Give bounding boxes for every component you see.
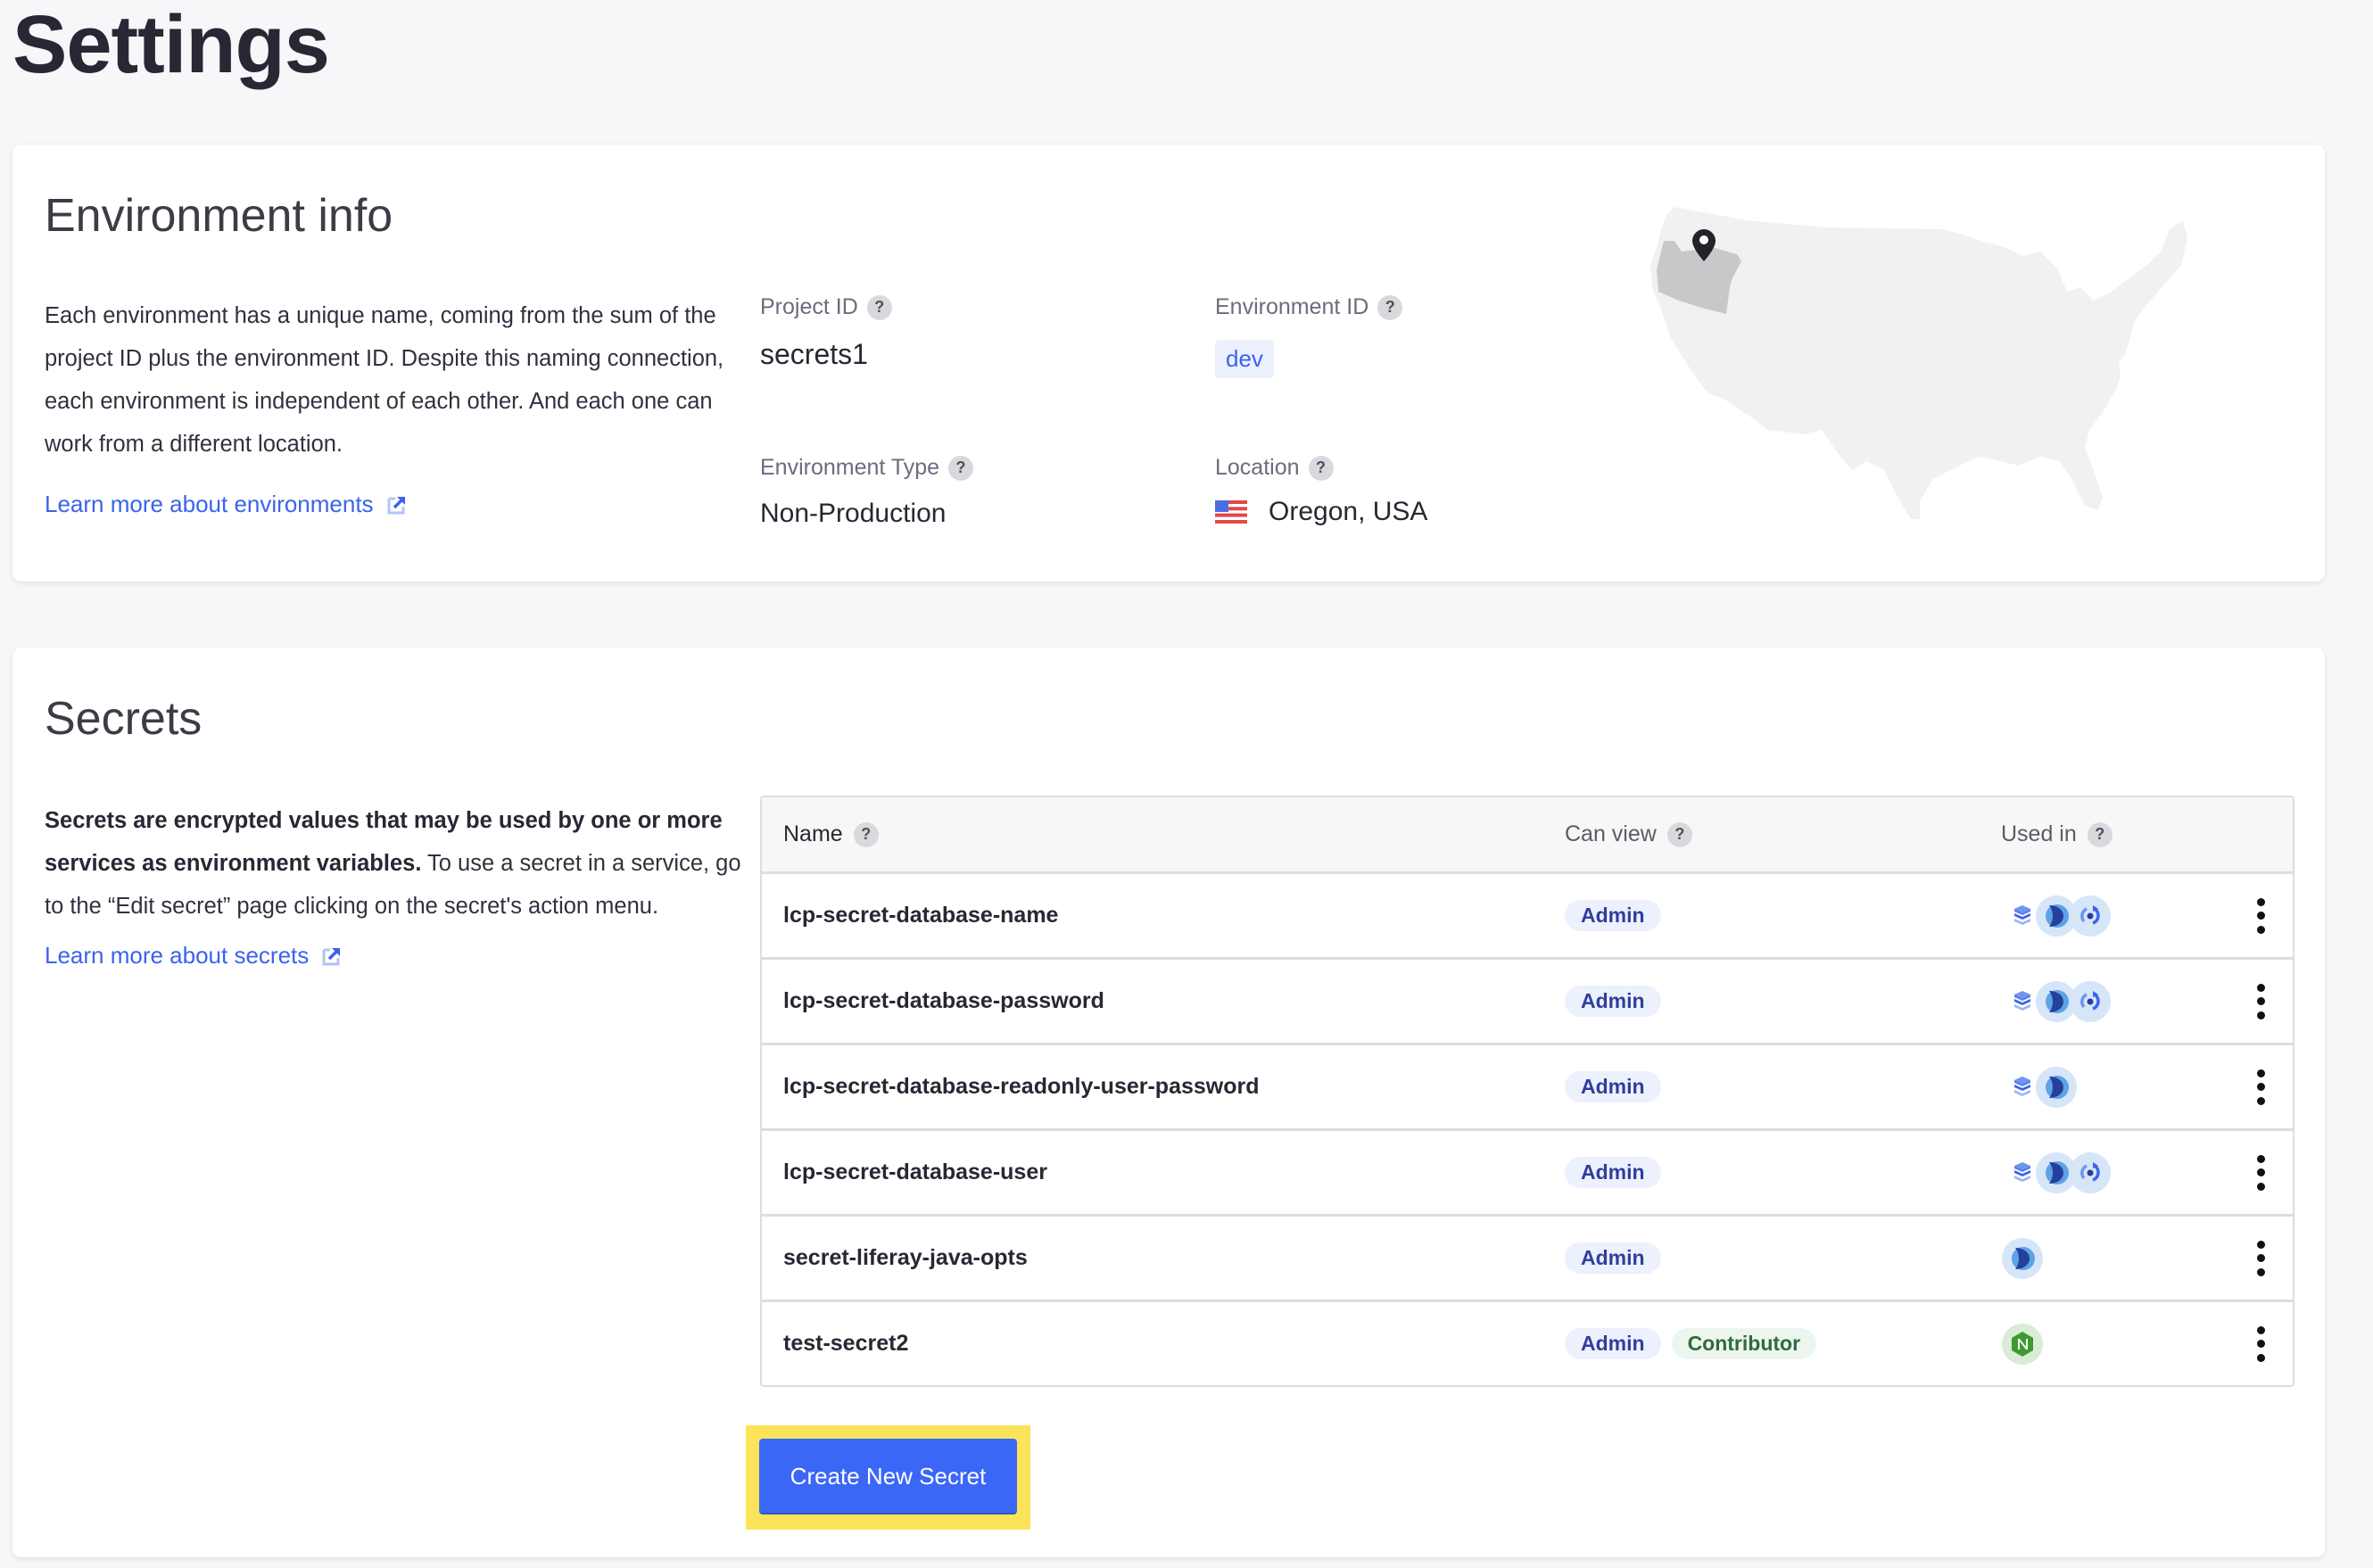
kebab-menu-icon[interactable] [2247,896,2274,936]
used-in-services [2002,1045,2077,1128]
external-link-icon [387,496,405,514]
secret-name[interactable]: lcp-secret-database-user [783,1131,1047,1214]
used-in-services [2002,1217,2043,1300]
environment-id-badge: dev [1215,340,1274,378]
secrets-title: Secrets [45,693,203,745]
secret-name[interactable]: lcp-secret-database-readonly-user-passwo… [783,1045,1260,1128]
environment-info-description: Each environment has a unique name, comi… [45,303,724,457]
can-view-roles: Admin [1565,1045,1661,1128]
table-row[interactable]: lcp-secret-database-password Admin [762,960,2293,1045]
table-header: Name ? Can view ? Used in ? [762,797,2293,874]
kebab-menu-icon[interactable] [2247,982,2274,1021]
table-row[interactable]: test-secret2 Admin Contributor [762,1302,2293,1385]
learn-more-secrets-label: Learn more about secrets [45,942,310,969]
column-header-used-in[interactable]: Used in ? [2001,821,2113,847]
secret-name[interactable]: test-secret2 [783,1302,908,1385]
role-badge-admin: Admin [1565,1071,1661,1102]
liferay-service-icon[interactable] [2036,895,2077,937]
location-field: Location ? Oregon, USA [1215,455,1427,527]
us-flag-icon [1215,500,1247,524]
external-link-icon [322,947,341,965]
environment-type-label: Environment Type [760,455,940,480]
role-badge-contributor: Contributor [1671,1328,1817,1359]
learn-more-secrets-link[interactable]: Learn more about secrets [45,942,343,970]
page-title: Settings [12,0,330,90]
help-icon[interactable]: ? [1377,294,1403,320]
table-row[interactable]: lcp-secret-database-user Admin [762,1131,2293,1217]
kebab-menu-icon[interactable] [2247,1239,2274,1278]
help-icon[interactable]: ? [1666,821,1692,847]
environment-id-field: Environment ID ? dev [1215,294,1403,378]
help-icon[interactable]: ? [1308,455,1334,481]
liferay-service-icon[interactable] [2036,980,2077,1022]
table-row[interactable]: lcp-secret-database-readonly-user-passwo… [762,1045,2293,1131]
role-badge-admin: Admin [1565,1242,1661,1274]
secrets-table: Name ? Can view ? Used in ? lcp-secret-d… [760,796,2294,1387]
usa-map [1650,207,2187,519]
can-view-roles: Admin [1565,874,1661,957]
column-header-can-view[interactable]: Can view ? [1565,821,1692,847]
location-value: Oregon, USA [1269,497,1428,526]
secret-name[interactable]: lcp-secret-database-name [783,874,1058,957]
location-label: Location [1215,455,1300,480]
learn-more-environments-link[interactable]: Learn more about environments [45,491,408,518]
environment-info-card: Environment info Each environment has a … [12,144,2325,582]
liferay-service-icon[interactable] [2036,1151,2077,1193]
liferay-service-icon[interactable] [2002,1237,2043,1279]
used-in-services [2002,960,2111,1043]
kebab-menu-icon[interactable] [2247,1068,2274,1107]
used-in-services [2002,1302,2043,1385]
can-view-roles: Admin [1565,1131,1661,1214]
role-badge-admin: Admin [1565,1157,1661,1188]
learn-more-environments-label: Learn more about environments [45,491,374,517]
used-in-services [2002,874,2111,957]
table-body: lcp-secret-database-name Admin lcp-secre… [762,874,2293,1385]
project-id-label: Project ID [760,294,858,319]
can-view-roles: Admin [1565,960,1661,1043]
column-header-used-in-label: Used in [2001,821,2077,846]
environment-id-label: Environment ID [1215,294,1369,319]
used-in-services [2002,1131,2111,1214]
column-header-name[interactable]: Name ? [783,821,879,847]
liferay-service-icon[interactable] [2036,1066,2077,1108]
project-id-value: secrets1 [760,338,868,370]
secret-name[interactable]: secret-liferay-java-opts [783,1217,1028,1300]
help-icon[interactable]: ? [866,294,892,320]
secrets-description: Secrets are encrypted values that may be… [45,799,749,928]
kebab-menu-icon[interactable] [2247,1325,2274,1364]
secret-name[interactable]: lcp-secret-database-password [783,960,1104,1043]
role-badge-admin: Admin [1565,900,1661,931]
role-badge-admin: Admin [1565,986,1661,1017]
column-header-name-label: Name [783,821,843,846]
can-view-roles: Admin Contributor [1565,1302,1817,1385]
column-header-can-view-label: Can view [1565,821,1657,846]
environment-info-title: Environment info [45,190,393,242]
table-row[interactable]: secret-liferay-java-opts Admin [762,1217,2293,1302]
help-icon[interactable]: ? [2087,821,2113,847]
nginx-service-icon[interactable] [2002,1323,2043,1365]
can-view-roles: Admin [1565,1217,1661,1300]
table-row[interactable]: lcp-secret-database-name Admin [762,874,2293,960]
environment-type-field: Environment Type ? Non-Production [760,455,974,529]
role-badge-admin: Admin [1565,1328,1661,1359]
environment-type-value: Non-Production [760,499,947,528]
project-id-field: Project ID ? secrets1 [760,294,892,371]
help-icon[interactable]: ? [853,821,879,847]
kebab-menu-icon[interactable] [2247,1153,2274,1193]
secrets-card: Secrets Secrets are encrypted values tha… [12,648,2325,1557]
create-new-secret-button[interactable]: Create New Secret [759,1439,1017,1514]
help-icon[interactable]: ? [948,455,974,481]
